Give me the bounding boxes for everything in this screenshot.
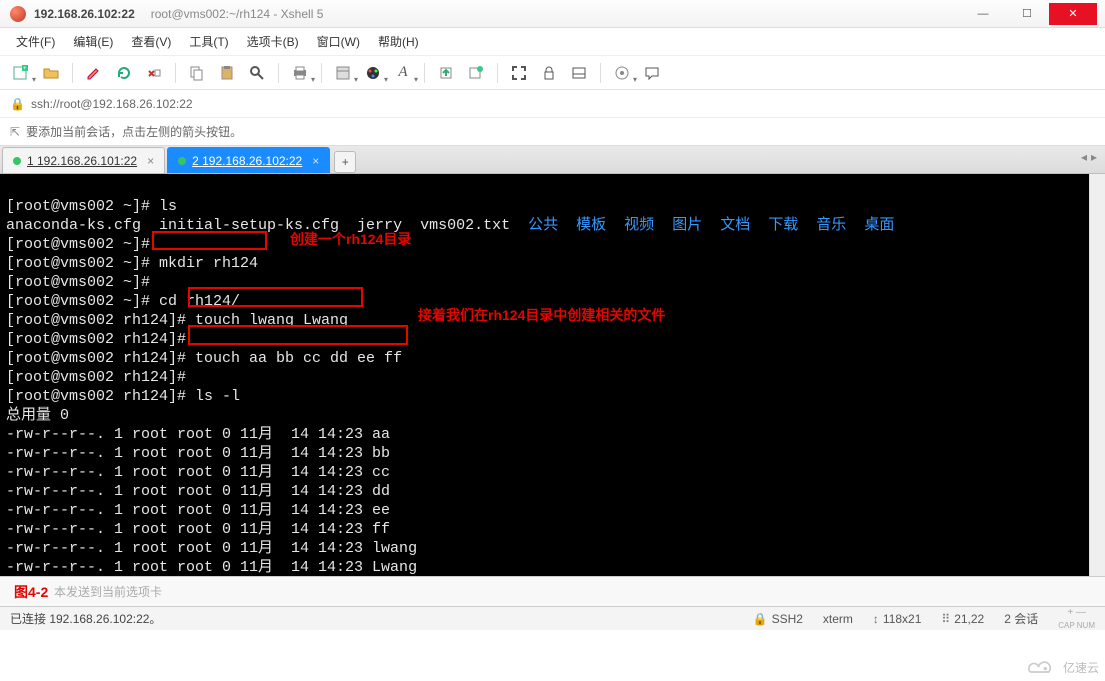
- annotation-touch: 接着我们在rh124目录中创建相关的文件: [418, 306, 665, 325]
- hint-arrow-icon[interactable]: ⇱: [10, 125, 20, 139]
- title-session: root@vms002:~/rh124 - Xshell 5: [151, 7, 324, 21]
- tab-prev-icon[interactable]: ◂: [1081, 150, 1087, 164]
- transfer-new-icon[interactable]: [463, 60, 489, 86]
- menu-tabs[interactable]: 选项卡(B): [241, 31, 305, 52]
- menu-tools[interactable]: 工具(T): [183, 31, 234, 52]
- svg-text:+: +: [23, 66, 27, 72]
- toolbar: +▾ ▾ ▾ ▾ A▾ ▾: [0, 56, 1105, 90]
- status-term: xterm: [823, 612, 853, 626]
- add-tab-button[interactable]: +: [334, 151, 356, 173]
- open-icon[interactable]: [38, 60, 64, 86]
- session-tab-1[interactable]: 1 192.168.26.101:22 ×: [2, 147, 165, 173]
- app-icon: [10, 6, 26, 22]
- tab-strip: 1 192.168.26.101:22 × 2 192.168.26.102:2…: [0, 146, 1105, 174]
- tab-close-icon[interactable]: ×: [312, 154, 319, 168]
- menu-file[interactable]: 文件(F): [10, 31, 61, 52]
- lock-small-icon: 🔒: [10, 97, 25, 111]
- hint-text: 要添加当前会话，点击左侧的箭头按钮。: [26, 123, 242, 140]
- status-dot-icon: [178, 157, 186, 165]
- print-icon[interactable]: ▾: [287, 60, 313, 86]
- copy-icon[interactable]: [184, 60, 210, 86]
- address-bar[interactable]: 🔒 ssh://root@192.168.26.102:22: [0, 90, 1105, 118]
- tab-label: 1 192.168.26.101:22: [27, 154, 137, 168]
- compose-placeholder: 本发送到当前选项卡: [54, 583, 162, 600]
- paste-icon[interactable]: [214, 60, 240, 86]
- terminal-scrollbar[interactable]: [1089, 174, 1105, 576]
- tab-close-icon[interactable]: ×: [147, 154, 154, 168]
- status-sessions: 2 会话: [1004, 610, 1038, 627]
- lock-status-icon: 🔒: [753, 612, 768, 626]
- edit-icon[interactable]: [81, 60, 107, 86]
- menu-help[interactable]: 帮助(H): [372, 31, 425, 52]
- color-scheme-icon[interactable]: ▾: [360, 60, 386, 86]
- maximize-button[interactable]: ☐: [1005, 3, 1049, 25]
- fullscreen-icon[interactable]: [506, 60, 532, 86]
- search-icon[interactable]: [244, 60, 270, 86]
- font-icon[interactable]: A▾: [390, 60, 416, 86]
- script-icon[interactable]: ▾: [609, 60, 635, 86]
- reconnect-icon[interactable]: [111, 60, 137, 86]
- hint-bar: ⇱ 要添加当前会话，点击左侧的箭头按钮。: [0, 118, 1105, 146]
- toggle-pane-icon[interactable]: [566, 60, 592, 86]
- disconnect-icon[interactable]: [141, 60, 167, 86]
- menu-view[interactable]: 查看(V): [125, 31, 177, 52]
- session-tab-2[interactable]: 2 192.168.26.102:22 ×: [167, 147, 330, 173]
- status-size: ↕118x21: [873, 612, 921, 626]
- chat-icon[interactable]: [639, 60, 665, 86]
- status-bar: 已连接 192.168.26.102:22。 🔒SSH2 xterm ↕118x…: [0, 606, 1105, 630]
- menu-edit[interactable]: 编辑(E): [67, 31, 119, 52]
- transfer-up-icon[interactable]: [433, 60, 459, 86]
- minimize-button[interactable]: —: [961, 3, 1005, 25]
- lock-icon[interactable]: [536, 60, 562, 86]
- status-protocol: 🔒SSH2: [753, 612, 803, 626]
- tab-nav: ◂ ▸: [1081, 150, 1097, 164]
- menubar: 文件(F) 编辑(E) 查看(V) 工具(T) 选项卡(B) 窗口(W) 帮助(…: [0, 28, 1105, 56]
- properties-icon[interactable]: ▾: [330, 60, 356, 86]
- tab-label: 2 192.168.26.102:22: [192, 154, 302, 168]
- close-button[interactable]: ✕: [1049, 3, 1097, 25]
- tab-next-icon[interactable]: ▸: [1091, 150, 1097, 164]
- new-session-icon[interactable]: +▾: [8, 60, 34, 86]
- terminal[interactable]: [root@vms002 ~]# ls anaconda-ks.cfg init…: [0, 174, 1105, 576]
- title-ip: 192.168.26.102:22: [34, 7, 135, 21]
- status-indicators: + —CAP NUM: [1058, 608, 1095, 630]
- status-connection: 已连接 192.168.26.102:22。: [10, 610, 161, 627]
- compose-bar[interactable]: 图4-2 本发送到当前选项卡: [0, 576, 1105, 606]
- status-dot-icon: [13, 157, 21, 165]
- titlebar: 192.168.26.102:22 root@vms002:~/rh124 - …: [0, 0, 1105, 28]
- figure-label: 图4-2: [14, 582, 48, 602]
- resize-icon: ↕: [873, 612, 879, 626]
- address-text: ssh://root@192.168.26.102:22: [31, 97, 193, 111]
- status-cursor-pos: ⠿21,22: [941, 612, 984, 626]
- menu-window[interactable]: 窗口(W): [311, 31, 366, 52]
- watermark: 亿速云: [1025, 657, 1099, 677]
